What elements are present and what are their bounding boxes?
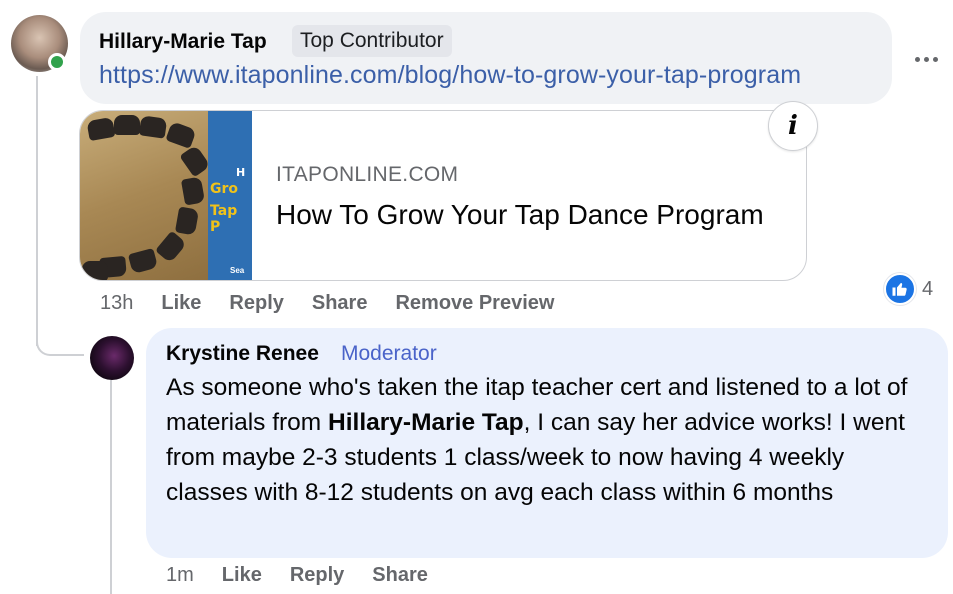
tap-shoe-image — [114, 115, 140, 135]
dot-icon — [923, 56, 929, 62]
top-contributor-badge[interactable]: Top Contributor — [292, 25, 452, 57]
like-button[interactable]: Like — [222, 564, 262, 587]
thread-connector-line — [36, 76, 38, 346]
link-preview-thumbnail: H Gro Tap P Sea — [80, 111, 252, 280]
reaction-summary[interactable]: 4 — [884, 272, 933, 306]
like-button[interactable]: Like — [161, 292, 201, 315]
share-button[interactable]: Share — [312, 292, 368, 315]
info-button[interactable]: i — [768, 101, 818, 151]
remove-preview-button[interactable]: Remove Preview — [395, 292, 554, 315]
comment-author[interactable]: Hillary-Marie Tap — [99, 30, 267, 54]
dot-icon — [914, 56, 920, 62]
comment-actions: 13h Like Reply Share Remove Preview — [100, 292, 582, 315]
like-icon — [884, 273, 916, 305]
comment-timestamp[interactable]: 13h — [100, 292, 133, 315]
reply-thread-line — [110, 380, 112, 594]
comment-link[interactable]: https://www.itaponline.com/blog/how-to-g… — [99, 61, 801, 90]
share-button[interactable]: Share — [372, 564, 428, 587]
thumbnail-text: Tap P — [210, 203, 238, 235]
tap-shoe-image — [138, 115, 168, 139]
online-status-dot — [48, 53, 66, 71]
link-preview-domain: ITAPONLINE.COM — [276, 163, 459, 186]
moderator-badge[interactable]: Moderator — [341, 342, 437, 366]
user-mention[interactable]: Hillary-Marie Tap — [328, 409, 524, 436]
tap-shoe-image — [154, 230, 188, 264]
info-icon: i — [788, 111, 798, 141]
tap-shoe-image — [174, 206, 200, 236]
thread-connector-curve — [36, 322, 84, 356]
reaction-count: 4 — [922, 277, 934, 300]
reply-button[interactable]: Reply — [290, 564, 344, 587]
comment-actions: 1m Like Reply Share — [166, 564, 456, 587]
comment-text: As someone who's taken the itap teacher … — [166, 370, 926, 510]
tap-shoe-image — [180, 176, 206, 206]
tap-shoe-image — [127, 247, 159, 275]
reply-button[interactable]: Reply — [229, 292, 283, 315]
avatar[interactable] — [90, 336, 134, 380]
dot-icon — [932, 56, 938, 62]
thumbnail-text: Gro — [210, 181, 239, 197]
tap-shoe-image — [179, 144, 211, 178]
thumbnail-text: Sea — [230, 266, 245, 275]
link-preview-title: How To Grow Your Tap Dance Program — [276, 199, 764, 230]
tap-shoe-image — [82, 261, 108, 280]
comment-author[interactable]: Krystine Renee — [166, 342, 319, 366]
tap-shoe-image — [86, 116, 116, 142]
more-options-button[interactable] — [908, 44, 944, 74]
link-preview-card[interactable]: H Gro Tap P Sea ITAPONLINE.COM How To Gr… — [79, 110, 807, 281]
thumbnail-text: H — [236, 166, 246, 179]
comment-bubble — [80, 12, 892, 104]
comment-timestamp[interactable]: 1m — [166, 564, 194, 587]
tap-shoe-image — [165, 121, 197, 149]
